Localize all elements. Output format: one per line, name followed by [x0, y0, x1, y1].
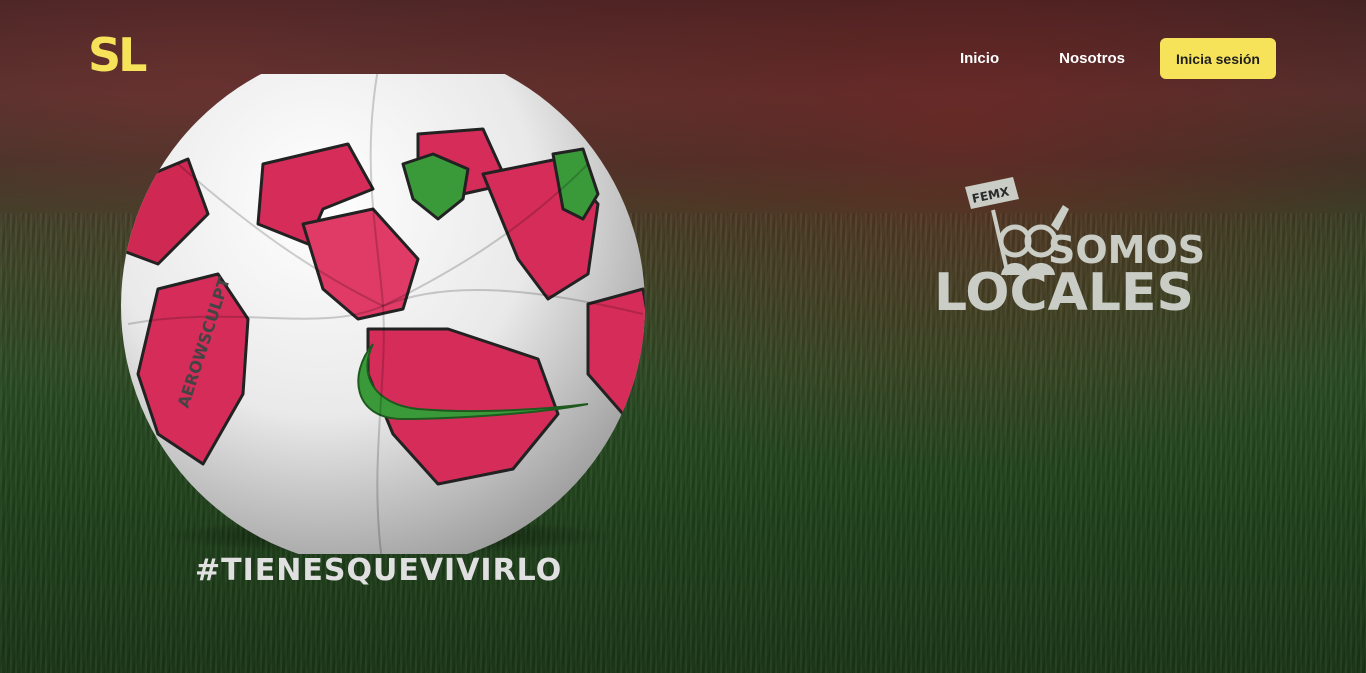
soccer-ball-image: AEROWSCULPT: [121, 74, 645, 554]
site-logo[interactable]: SL: [88, 32, 147, 78]
brand-line-locales: LOCALES: [934, 263, 1194, 323]
nav-home-link[interactable]: Inicio: [960, 50, 999, 67]
login-button[interactable]: Inicia sesión: [1159, 38, 1276, 79]
nav-about-link[interactable]: Nosotros: [1059, 50, 1125, 67]
hero-hashtag: #TIENESQUEVIVIRLO: [195, 553, 563, 588]
somos-locales-logo: FEMX SOMOS LOCALES: [930, 165, 1210, 325]
hero-section: AEROWSCULPT SL Inicio Nosotros Inicia se…: [0, 0, 1366, 673]
main-nav: Inicio Nosotros Inicia sesión: [960, 38, 1276, 79]
